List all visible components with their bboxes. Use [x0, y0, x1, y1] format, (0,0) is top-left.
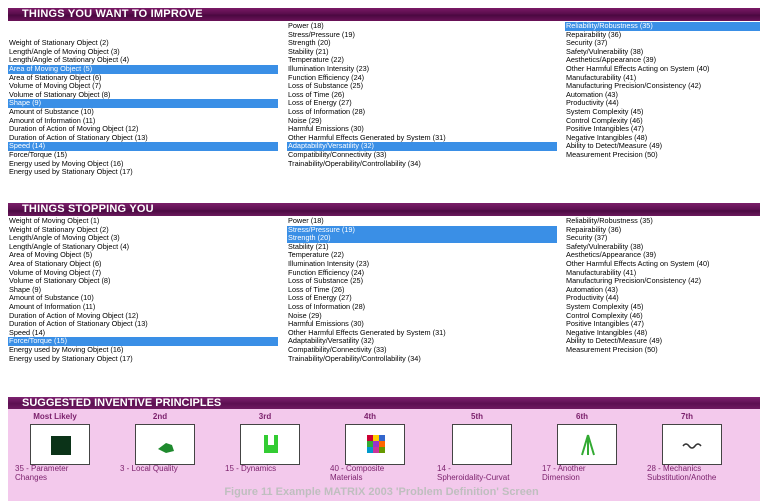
- principle-rank: 4th: [364, 412, 376, 421]
- improve-header: THINGS YOU WANT TO IMPROVE: [8, 8, 760, 21]
- principle-name[interactable]: 40 - Composite Materials: [330, 464, 425, 482]
- principle-name[interactable]: 28 - Mechanics Substitution/Anothe: [647, 464, 742, 482]
- principle-name[interactable]: 15 - Dynamics: [225, 464, 320, 473]
- stopping-col1-item[interactable]: Duration of Action of Stationary Object …: [8, 320, 278, 329]
- stopping-col1-item[interactable]: Energy used by Stationary Object (17): [8, 354, 278, 364]
- improve-col1-item[interactable]: Energy used by Stationary Object (17): [8, 168, 278, 177]
- principle-name[interactable]: 17 - Another Dimension: [542, 464, 637, 482]
- stopping-col3-item[interactable]: Measurement Precision (50): [565, 345, 760, 355]
- principle-rank: 5th: [471, 412, 483, 421]
- wave-icon[interactable]: [662, 424, 722, 465]
- green-arrow-icon[interactable]: [557, 424, 617, 465]
- improve-col2-item[interactable]: Trainability/Operability/Controllability…: [287, 159, 557, 169]
- principle-rank: 6th: [576, 412, 588, 421]
- green-blob-icon[interactable]: [135, 424, 195, 465]
- dark-square-icon[interactable]: [30, 424, 90, 465]
- stopping-header: THINGS STOPPING YOU: [8, 203, 760, 216]
- improve-col1-item[interactable]: [8, 22, 278, 31]
- principle-rank: 2nd: [152, 412, 168, 421]
- improve-col3-item[interactable]: Measurement Precision (50): [565, 150, 760, 160]
- principle-name[interactable]: 35 - Parameter Changes: [15, 464, 110, 482]
- improve-col2-item[interactable]: Loss of Information (28): [287, 107, 557, 117]
- color-grid-icon[interactable]: [345, 424, 405, 465]
- blank-icon[interactable]: [452, 424, 512, 465]
- principle-rank: 7th: [681, 412, 693, 421]
- principle-rank: Most Likely: [33, 412, 77, 421]
- stopping-col2-item[interactable]: Trainability/Operability/Controllability…: [287, 354, 557, 364]
- improve-col1-item[interactable]: Volume of Stationary Object (8): [8, 90, 278, 100]
- principles-header: SUGGESTED INVENTIVE PRINCIPLES: [8, 397, 760, 409]
- principle-name[interactable]: 14 - Spheroidality-Curvat: [437, 464, 532, 482]
- stopping-col1-item[interactable]: Volume of Stationary Object (8): [8, 277, 278, 286]
- stopping-col2-item[interactable]: Loss of Information (28): [287, 302, 557, 312]
- green-figure-icon[interactable]: [240, 424, 300, 465]
- principle-rank: 3rd: [258, 412, 272, 421]
- principle-name[interactable]: 3 - Local Quality: [120, 464, 215, 473]
- improve-col1-item[interactable]: Duration of Action of Stationary Object …: [8, 133, 278, 143]
- figure-caption: Figure 11 Example MATRIX 2003 'Problem D…: [224, 486, 539, 498]
